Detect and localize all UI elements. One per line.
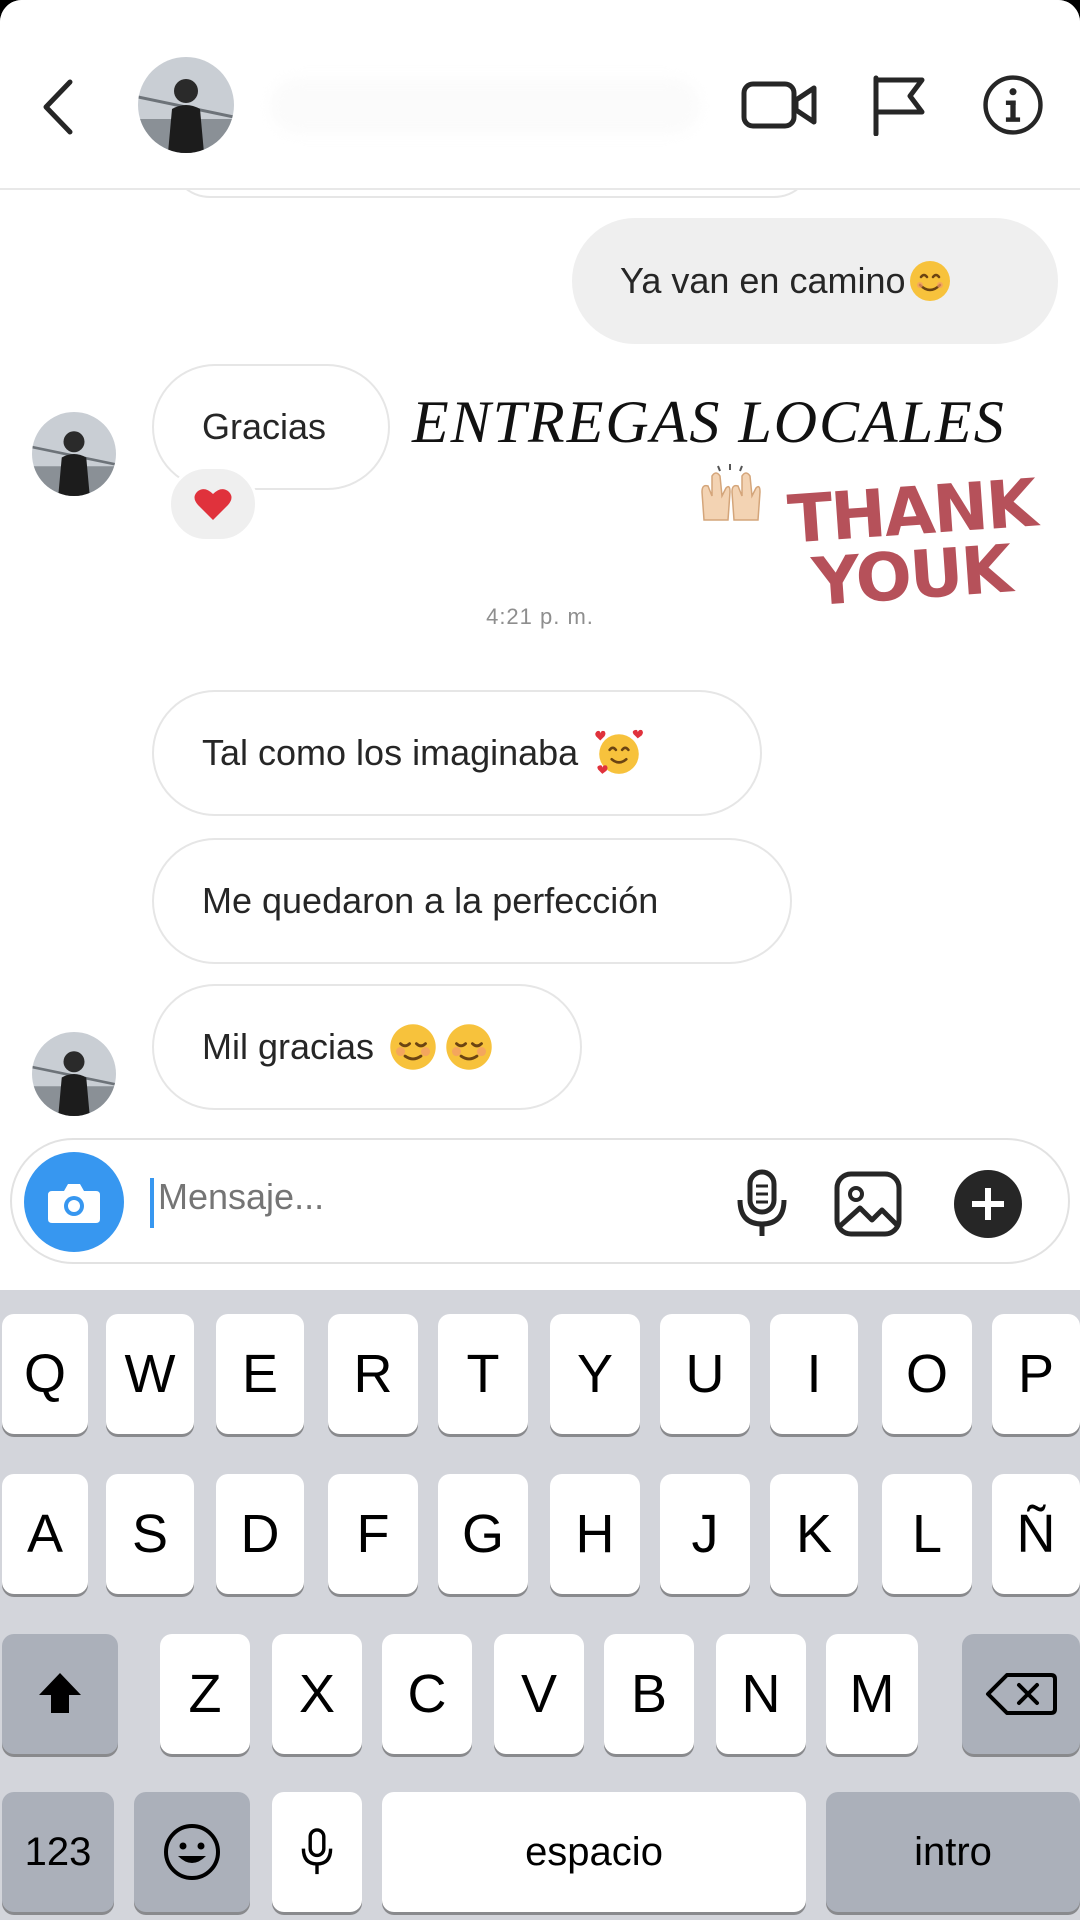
key-y[interactable]: Y — [550, 1314, 640, 1434]
key-i[interactable]: I — [770, 1314, 858, 1434]
camera-icon — [48, 1184, 100, 1223]
shift-key[interactable] — [2, 1634, 118, 1754]
on-screen-keyboard: Q W E R T Y U I O P A S D F G H J K L Ñ … — [0, 1290, 1080, 1920]
incoming-message[interactable]: Mil gracias — [152, 984, 582, 1110]
chevron-left-icon[interactable] — [36, 72, 86, 142]
gallery-icon[interactable] — [832, 1168, 904, 1240]
smiling-face-with-hearts-icon — [595, 729, 644, 774]
dictation-key[interactable] — [272, 1792, 362, 1912]
key-w[interactable]: W — [106, 1314, 194, 1434]
key-a[interactable]: A — [2, 1474, 88, 1594]
key-n[interactable]: N — [716, 1634, 806, 1754]
space-key[interactable]: espacio — [382, 1792, 806, 1912]
incoming-message[interactable]: Tal como los imaginaba — [152, 690, 762, 816]
raised-hands-icon — [701, 464, 761, 521]
key-l[interactable]: L — [882, 1474, 972, 1594]
text-cursor — [150, 1178, 154, 1228]
key-q[interactable]: Q — [2, 1314, 88, 1434]
key-o[interactable]: O — [882, 1314, 972, 1434]
contact-avatar[interactable] — [138, 57, 234, 153]
microphone-icon — [301, 1828, 333, 1875]
sender-avatar[interactable] — [32, 412, 116, 496]
key-m[interactable]: M — [826, 1634, 918, 1754]
relieved-face-icon — [446, 1024, 492, 1070]
emoji-key[interactable] — [134, 1792, 250, 1912]
key-enye[interactable]: Ñ — [992, 1474, 1080, 1594]
chat-header — [0, 0, 1080, 190]
key-x[interactable]: X — [272, 1634, 362, 1754]
return-key[interactable]: intro — [826, 1792, 1080, 1912]
key-v[interactable]: V — [494, 1634, 584, 1754]
contact-name-redacted — [270, 78, 700, 134]
message-reaction[interactable] — [168, 466, 258, 542]
incoming-message[interactable]: Me quedaron a la perfección — [152, 838, 792, 964]
outgoing-message[interactable]: Ya van en camino — [572, 218, 1058, 344]
message-composer — [10, 1138, 1070, 1264]
key-h[interactable]: H — [550, 1474, 640, 1594]
message-text: Me quedaron a la perfección — [202, 880, 659, 921]
message-text: Mil gracias — [202, 1026, 375, 1067]
microphone-icon[interactable] — [734, 1168, 790, 1240]
emoji-icon — [164, 1824, 220, 1880]
sticker-title: ENTREGAS LOCALES — [412, 389, 1006, 455]
message-timestamp: 4:21 p. m. — [486, 604, 594, 629]
smiling-face-icon — [909, 261, 950, 301]
message-text: Gracias — [202, 406, 327, 447]
key-b[interactable]: B — [604, 1634, 694, 1754]
backspace-icon — [986, 1673, 1057, 1715]
shift-arrow-icon — [39, 1673, 81, 1713]
key-t[interactable]: T — [438, 1314, 528, 1434]
plus-icon[interactable] — [952, 1168, 1024, 1240]
key-g[interactable]: G — [438, 1474, 528, 1594]
relieved-face-icon — [390, 1024, 436, 1070]
info-icon[interactable] — [978, 74, 1048, 136]
backspace-key[interactable] — [962, 1634, 1080, 1754]
key-j[interactable]: J — [660, 1474, 750, 1594]
thank-you-sticker: THANK YOUK — [785, 465, 1042, 622]
key-e[interactable]: E — [216, 1314, 304, 1434]
key-r[interactable]: R — [328, 1314, 418, 1434]
chat-screen: Ya van en camino Gracias ENTREGAS LOCALE… — [0, 0, 1080, 1920]
key-p[interactable]: P — [992, 1314, 1080, 1434]
key-z[interactable]: Z — [160, 1634, 250, 1754]
sender-avatar[interactable] — [32, 1032, 116, 1116]
key-c[interactable]: C — [382, 1634, 472, 1754]
key-s[interactable]: S — [106, 1474, 194, 1594]
camera-button[interactable] — [24, 1152, 124, 1252]
numbers-key[interactable]: 123 — [2, 1792, 114, 1912]
key-f[interactable]: F — [328, 1474, 418, 1594]
video-call-icon[interactable] — [740, 74, 820, 136]
report-flag-icon[interactable] — [868, 74, 930, 136]
message-text: Ya van en camino — [620, 260, 906, 301]
message-input[interactable] — [158, 1176, 678, 1218]
heart-icon — [194, 489, 232, 520]
key-u[interactable]: U — [660, 1314, 750, 1434]
key-k[interactable]: K — [770, 1474, 858, 1594]
key-d[interactable]: D — [216, 1474, 304, 1594]
message-text: Tal como los imaginaba — [202, 732, 579, 773]
